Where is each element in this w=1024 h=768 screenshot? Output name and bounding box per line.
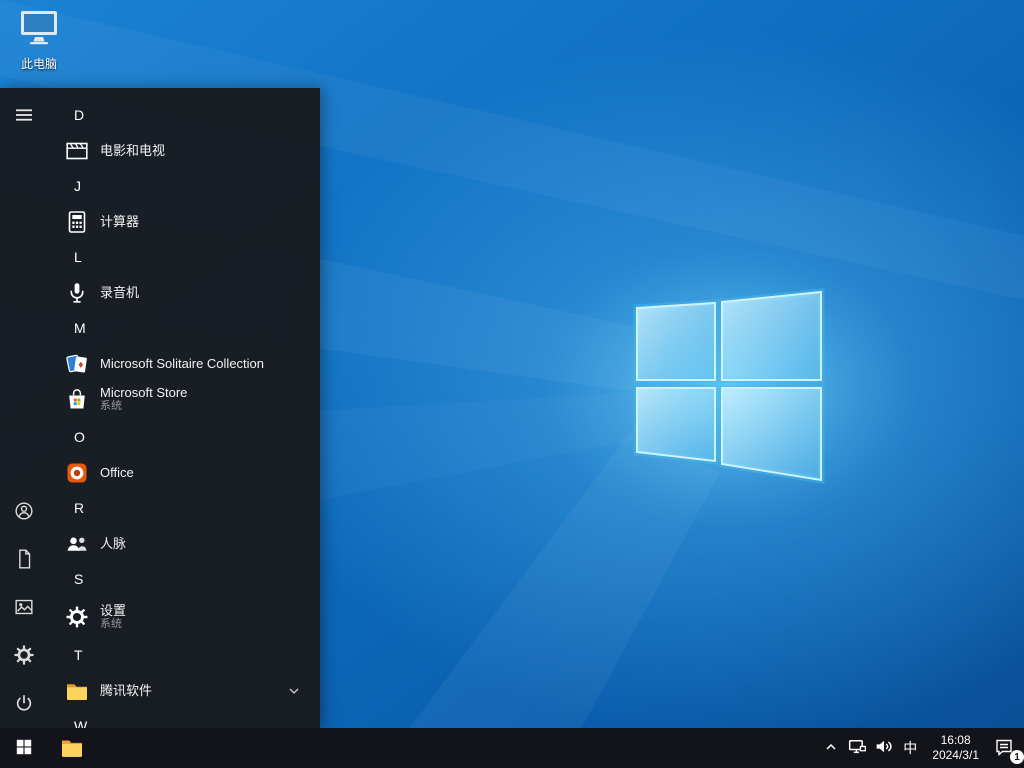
app-item-solitaire[interactable]: Microsoft Solitaire Collection <box>62 347 320 380</box>
account-icon <box>12 499 36 526</box>
settings-gear-icon <box>64 604 90 630</box>
account-button[interactable] <box>0 488 48 536</box>
app-list: D 电影和电视 J 计算器 L 录音机 M Microsoft Solitair… <box>48 88 320 728</box>
ime-indicator[interactable]: 中 <box>896 728 924 768</box>
folder-icon <box>64 678 90 704</box>
clock-time: 16:08 <box>940 733 971 747</box>
voice-recorder-icon <box>64 280 90 306</box>
app-list-header-r[interactable]: R <box>62 489 320 527</box>
app-item-calculator[interactable]: 计算器 <box>62 205 320 238</box>
app-list-header-d[interactable]: D <box>62 96 320 134</box>
app-item-voice-recorder[interactable]: 录音机 <box>62 276 320 309</box>
calculator-icon <box>64 209 90 235</box>
start-button[interactable] <box>0 728 48 768</box>
pictures-button[interactable] <box>0 584 48 632</box>
app-list-header-m[interactable]: M <box>62 309 320 347</box>
app-list-header-j[interactable]: J <box>62 167 320 205</box>
action-center-button[interactable]: 1 <box>987 728 1024 768</box>
store-icon <box>64 386 90 412</box>
volume-icon <box>874 737 893 759</box>
app-item-settings[interactable]: 设置 系统 <box>62 598 320 636</box>
app-list-header-w[interactable]: W <box>62 707 320 728</box>
chevron-up-icon <box>824 740 838 757</box>
network-button[interactable] <box>844 728 870 768</box>
desktop: 此电脑 D 电影和电视 J 计算器 L 录音机 M Microsoft Soli… <box>0 0 1024 768</box>
app-list-header-s[interactable]: S <box>62 560 320 598</box>
app-item-label: Office <box>100 464 134 480</box>
app-item-movies-tv[interactable]: 电影和电视 <box>62 134 320 167</box>
app-item-office[interactable]: Office <box>62 456 320 489</box>
taskbar: 中 16:08 2024/3/1 1 <box>0 728 1024 768</box>
app-list-header-l[interactable]: L <box>62 238 320 276</box>
volume-button[interactable] <box>870 728 896 768</box>
desktop-icon-this-pc[interactable]: 此电脑 <box>8 8 70 72</box>
notification-badge: 1 <box>1010 750 1024 764</box>
start-menu-rail <box>0 88 48 728</box>
start-menu: D 电影和电视 J 计算器 L 录音机 M Microsoft Solitair… <box>0 88 320 728</box>
start-icon <box>15 738 33 759</box>
pictures-icon <box>12 595 36 622</box>
app-item-people[interactable]: 人脉 <box>62 527 320 560</box>
app-item-label: 电影和电视 <box>100 142 166 158</box>
file-explorer-icon <box>60 735 84 762</box>
movies-tv-icon <box>64 138 90 164</box>
app-item-tencent-folder[interactable]: 腾讯软件 <box>62 674 320 707</box>
app-item-label: 计算器 <box>100 213 140 229</box>
settings-icon <box>13 644 35 669</box>
documents-icon <box>12 547 36 574</box>
office-icon <box>64 460 90 486</box>
app-list-header-t[interactable]: T <box>62 636 320 674</box>
clock-date: 2024/3/1 <box>932 748 979 762</box>
app-item-microsoft-store[interactable]: Microsoft Store 系统 <box>62 380 320 418</box>
people-icon <box>64 531 90 557</box>
taskbar-clock[interactable]: 16:08 2024/3/1 <box>924 728 987 768</box>
windows-logo-wallpaper <box>633 288 825 485</box>
app-item-sublabel: 系统 <box>100 618 122 631</box>
app-item-label: 录音机 <box>100 284 140 300</box>
app-item-label: Microsoft Store <box>100 384 188 400</box>
power-icon <box>13 692 35 717</box>
desktop-icon-label: 此电脑 <box>20 57 57 71</box>
expand-menu-button[interactable] <box>0 92 48 140</box>
app-item-label: 设置 <box>100 602 127 618</box>
power-button[interactable] <box>0 680 48 728</box>
this-pc-icon <box>17 8 61 53</box>
app-list-header-o[interactable]: O <box>62 418 320 456</box>
chevron-down-icon <box>288 685 300 697</box>
solitaire-icon <box>64 351 90 377</box>
hamburger-menu-icon <box>14 105 34 128</box>
app-item-label: Microsoft Solitaire Collection <box>100 355 265 371</box>
app-item-label: 人脉 <box>100 535 127 551</box>
app-item-sublabel: 系统 <box>100 400 122 413</box>
rail-bottom-group <box>0 488 48 728</box>
file-explorer-button[interactable] <box>48 728 96 768</box>
network-icon <box>848 737 867 759</box>
tray-overflow-button[interactable] <box>818 728 844 768</box>
documents-button[interactable] <box>0 536 48 584</box>
system-tray: 中 16:08 2024/3/1 1 <box>818 728 1024 768</box>
settings-button[interactable] <box>0 632 48 680</box>
app-item-label: 腾讯软件 <box>100 682 153 698</box>
